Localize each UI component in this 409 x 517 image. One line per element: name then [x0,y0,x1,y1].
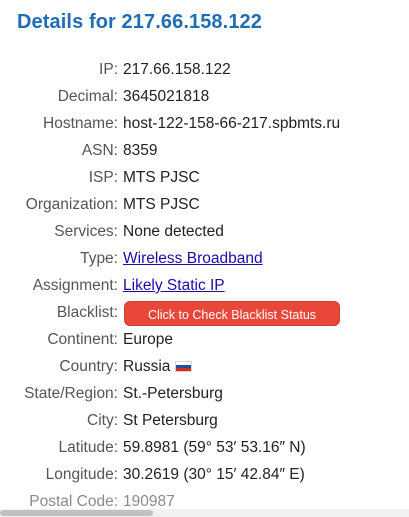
continent-label: Continent: [47,331,118,348]
hostname-value: host-122-158-66-217.spbmts.ru [123,115,341,132]
country-value-container: Russia [123,353,193,380]
detail-row-assignment: Assignment: Likely Static IP [0,272,409,299]
russia-flag-icon [175,361,193,372]
city-value: St Petersburg [123,412,218,429]
horizontal-scrollbar[interactable] [0,509,409,517]
type-link[interactable]: Wireless Broadband [123,250,263,267]
continent-value: Europe [123,331,173,348]
services-label: Services: [54,223,118,240]
page-title: Details for 217.66.158.122 [17,11,262,33]
detail-row-state-region: State/Region: St.-Petersburg [0,380,409,407]
decimal-label: Decimal: [57,88,118,105]
detail-row-hostname: Hostname: host-122-158-66-217.spbmts.ru [0,110,409,137]
country-label: Country: [59,358,118,375]
latitude-value: 59.8981 (59° 53′ 53.16″ N) [123,439,306,456]
decimal-value: 3645021818 [123,88,210,105]
latitude-label: Latitude: [58,439,118,456]
check-blacklist-button[interactable]: Click to Check Blacklist Status [124,301,340,326]
assignment-value: Likely Static IP [123,272,225,299]
detail-row-latitude: Latitude: 59.8981 (59° 53′ 53.16″ N) [0,434,409,461]
hostname-label: Hostname: [43,115,118,132]
assignment-link[interactable]: Likely Static IP [123,277,225,294]
country-value: Russia [123,358,171,375]
type-label: Type: [80,250,118,267]
blacklist-label: Blacklist: [56,304,118,321]
detail-row-ip: IP: 217.66.158.122 [0,56,409,83]
detail-row-decimal: Decimal: 3645021818 [0,83,409,110]
asn-label: ASN: [81,142,118,159]
scrollbar-thumb[interactable] [0,510,153,516]
assignment-label: Assignment: [32,277,118,294]
organization-value: MTS PJSC [123,196,200,213]
city-label: City: [87,412,118,429]
services-value: None detected [123,223,224,240]
state-region-value: St.-Petersburg [123,385,223,402]
ip-label: IP: [99,61,118,78]
organization-label: Organization: [25,196,118,213]
detail-row-continent: Continent: Europe [0,326,409,353]
isp-value: MTS PJSC [123,169,200,186]
detail-row-services: Services: None detected [0,218,409,245]
detail-row-city: City: St Petersburg [0,407,409,434]
type-value: Wireless Broadband [123,245,263,272]
detail-row-longitude: Longitude: 30.2619 (30° 15′ 42.84″ E) [0,461,409,488]
detail-row-isp: ISP: MTS PJSC [0,164,409,191]
asn-value: 8359 [123,142,158,159]
longitude-label: Longitude: [45,466,118,483]
detail-row-organization: Organization: MTS PJSC [0,191,409,218]
detail-row-asn: ASN: 8359 [0,137,409,164]
ip-details-table: IP: 217.66.158.122 Decimal: 3645021818 H… [0,56,409,515]
detail-row-blacklist: Blacklist: Click to Check Blacklist Stat… [0,299,409,326]
state-region-label: State/Region: [24,385,118,402]
longitude-value: 30.2619 (30° 15′ 42.84″ E) [123,466,305,483]
ip-value: 217.66.158.122 [123,61,231,78]
detail-row-country: Country: Russia [0,353,409,380]
detail-row-type: Type: Wireless Broadband [0,245,409,272]
isp-label: ISP: [88,169,118,186]
